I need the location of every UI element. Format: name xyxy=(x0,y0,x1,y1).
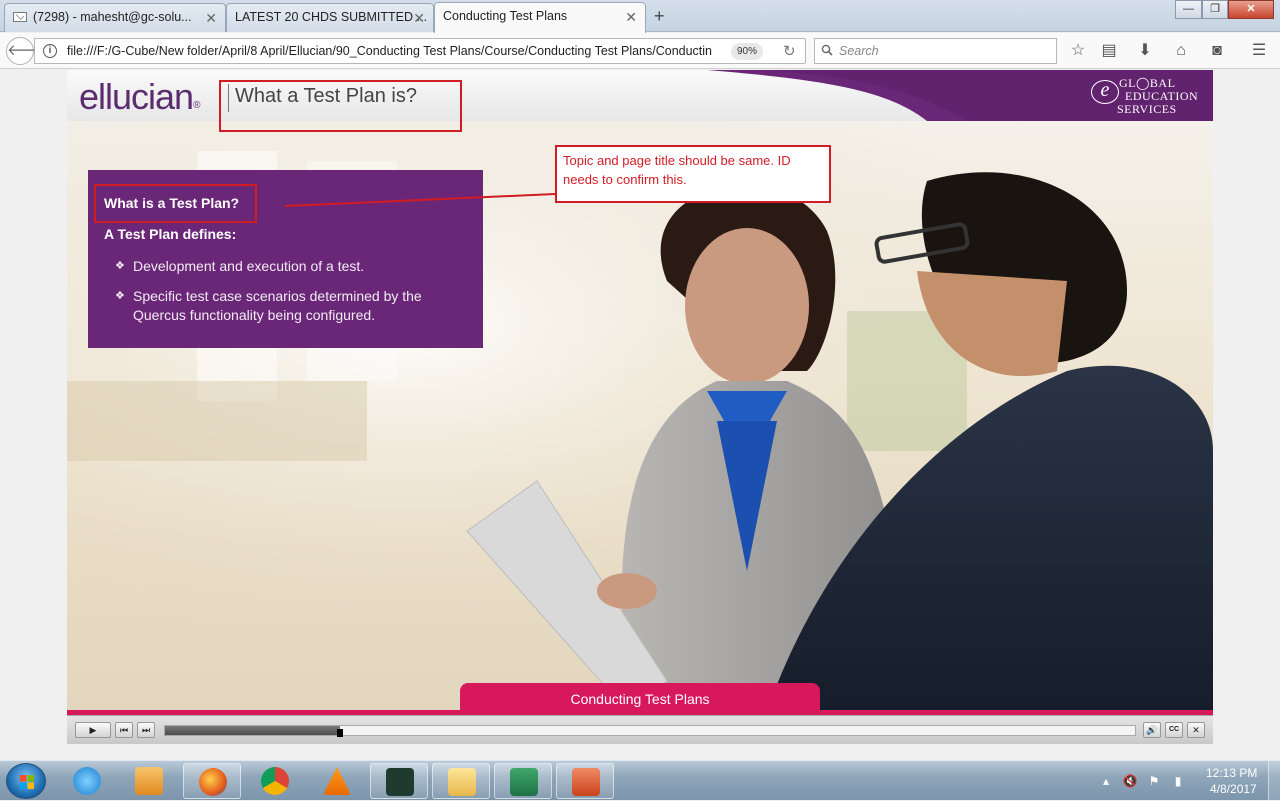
chrome-icon xyxy=(261,767,289,795)
scite-icon xyxy=(386,768,414,796)
powerpoint-icon xyxy=(572,768,600,796)
media-player-icon xyxy=(135,767,163,795)
browser-tab-bar: (7298) - mahesht@gc-solu... ✕ LATEST 20 … xyxy=(0,0,1280,33)
vlc-icon xyxy=(323,767,351,795)
back-button[interactable]: 🡐 xyxy=(6,37,47,65)
minimize-button[interactable]: — xyxy=(1175,0,1202,19)
reload-icon[interactable]: ↻ xyxy=(783,42,796,60)
player-control-bar: ▶ ⏮ ⏭ 🔊 CC ✕ xyxy=(67,715,1213,744)
panel-subheading: A Test Plan defines: xyxy=(104,226,237,242)
taskbar-powerpoint[interactable] xyxy=(556,763,614,799)
close-player-button[interactable]: ✕ xyxy=(1187,722,1205,738)
speaker-muted-icon[interactable]: 🔇 xyxy=(1122,773,1138,789)
annotation-connector-line xyxy=(284,193,556,207)
mail-icon xyxy=(13,12,27,22)
taskbar-scite[interactable] xyxy=(370,763,428,799)
taskbar-excel[interactable] xyxy=(494,763,552,799)
info-icon[interactable]: i xyxy=(43,44,57,58)
excel-icon xyxy=(510,768,538,796)
search-bar[interactable]: Search xyxy=(814,38,1057,64)
next-button[interactable]: ⏭ xyxy=(137,722,155,738)
taskbar-explorer[interactable] xyxy=(432,763,490,799)
search-input[interactable]: Search xyxy=(839,44,879,58)
ellucian-logo: ellucian® xyxy=(79,76,201,117)
play-button[interactable]: ▶ xyxy=(75,722,111,738)
tab-label: LATEST 20 CHDS SUBMITTED ... xyxy=(235,10,427,24)
closed-captions-button[interactable]: CC xyxy=(1165,722,1183,738)
seek-progress xyxy=(165,726,340,735)
windows-logo-icon xyxy=(20,775,34,789)
new-tab-button[interactable]: + xyxy=(654,6,665,27)
taskbar-firefox[interactable] xyxy=(183,763,241,799)
restore-button[interactable]: ❐ xyxy=(1202,0,1228,19)
bullet-text: Development and execution of a test. xyxy=(133,258,365,274)
home-icon[interactable]: ⌂ xyxy=(1171,41,1191,61)
show-desktop-button[interactable] xyxy=(1268,761,1280,801)
taskbar-chrome[interactable] xyxy=(246,763,304,799)
taskbar-media-player[interactable] xyxy=(120,763,178,799)
firefox-icon xyxy=(199,768,227,796)
tab-conducting-test-plans[interactable]: Conducting Test Plans ✕ xyxy=(434,2,646,33)
reading-list-icon[interactable]: ▤ xyxy=(1099,41,1119,61)
window-close-button[interactable]: ✕ xyxy=(1228,0,1274,19)
bookmark-star-icon[interactable]: ☆ xyxy=(1068,41,1088,61)
ie-icon xyxy=(73,767,101,795)
volume-button[interactable]: 🔊 xyxy=(1143,722,1161,738)
pocket-icon[interactable]: ◙ xyxy=(1207,41,1227,61)
tab-mail[interactable]: (7298) - mahesht@gc-solu... ✕ xyxy=(4,3,226,32)
close-icon[interactable]: ✕ xyxy=(205,10,217,27)
url-text[interactable]: file:///F:/G-Cube/New folder/April/8 Apr… xyxy=(67,44,727,58)
windows-taskbar: ▴ 🔇 ⚑ ▮ 12:13 PM 4/8/2017 xyxy=(0,760,1280,801)
global-education-services-logo: e GL◯BAL EDUCATION SERVICES xyxy=(1087,74,1209,118)
taskbar-ie[interactable] xyxy=(58,763,116,799)
download-icon[interactable]: ⬇ xyxy=(1135,41,1155,61)
file-explorer-icon xyxy=(448,768,476,796)
annotation-highlight-topic xyxy=(94,184,257,223)
browser-nav-bar: 🡐 i file:///F:/G-Cube/New folder/April/8… xyxy=(0,33,1280,69)
diamond-bullet-icon: ❖ xyxy=(115,260,125,272)
seek-bar[interactable] xyxy=(164,725,1136,737)
url-bar[interactable]: i file:///F:/G-Cube/New folder/April/8 A… xyxy=(34,38,806,64)
search-icon xyxy=(821,44,833,56)
action-center-icon[interactable]: ⚑ xyxy=(1146,773,1162,789)
zoom-indicator[interactable]: 90% xyxy=(731,43,764,60)
clock-date[interactable]: 4/8/2017 xyxy=(1210,782,1257,796)
system-tray: ▴ 🔇 ⚑ ▮ 12:13 PM 4/8/2017 xyxy=(1096,761,1280,801)
tab-label: (7298) - mahesht@gc-solu... xyxy=(33,10,192,24)
network-signal-icon[interactable]: ▮ xyxy=(1170,773,1186,789)
course-title-tab: Conducting Test Plans xyxy=(460,683,820,711)
taskbar-vlc[interactable] xyxy=(308,763,366,799)
tab-label: Conducting Test Plans xyxy=(443,9,568,23)
start-button[interactable] xyxy=(6,763,46,799)
seek-handle[interactable] xyxy=(337,729,343,737)
annotation-highlight-page-title xyxy=(219,80,462,132)
menu-icon[interactable]: ☰ xyxy=(1249,41,1269,61)
bullet-text: Specific test case scenarios determined … xyxy=(133,288,422,323)
close-icon[interactable]: ✕ xyxy=(413,10,425,27)
previous-button[interactable]: ⏮ xyxy=(115,722,133,738)
tab-chds[interactable]: LATEST 20 CHDS SUBMITTED ... ✕ xyxy=(226,3,434,32)
clock-time[interactable]: 12:13 PM xyxy=(1206,766,1257,780)
show-hidden-icons-icon[interactable]: ▴ xyxy=(1098,773,1114,789)
diamond-bullet-icon: ❖ xyxy=(115,290,125,302)
close-icon[interactable]: ✕ xyxy=(625,9,637,26)
annotation-note: Topic and page title should be same. ID … xyxy=(555,145,831,203)
